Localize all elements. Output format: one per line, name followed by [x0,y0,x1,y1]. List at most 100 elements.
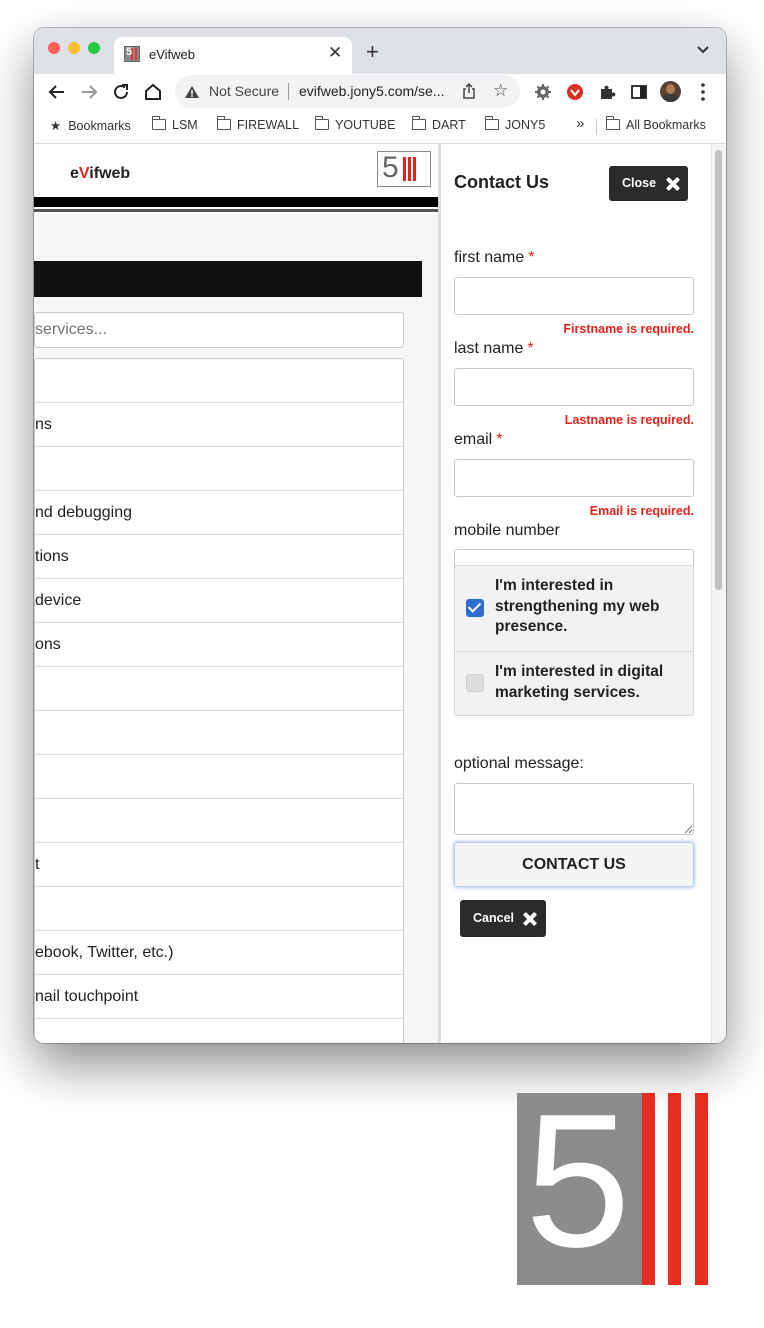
browser-toolbar: Not Secure evifweb.jony5.com/se... ☆ [34,74,726,111]
page-viewport: eVifweb 5 ns nd debuggingtions deviceons t… [34,144,726,1043]
service-list-item[interactable] [35,1019,403,1043]
cancel-icon [523,912,537,926]
contact-us-button[interactable]: CONTACT US [454,842,694,887]
tab-close-icon[interactable]: ✕ [328,43,342,63]
share-icon[interactable] [461,83,477,99]
scrollbar-thumb[interactable] [715,150,722,590]
service-list-item[interactable] [35,799,403,843]
site-logo[interactable]: 5 [377,151,431,187]
favicon-icon: 5 [124,46,140,62]
bookmark-label: JONY5 [505,118,546,132]
warning-icon[interactable] [184,84,200,100]
required-marker: * [496,431,503,448]
service-list-item[interactable]: nd debugging [35,491,403,535]
bookmark-folder-youtube[interactable]: YOUTUBE [315,116,396,132]
url-text[interactable]: evifweb.jony5.com/se... [299,83,455,99]
logo-digit: 5 [525,1075,631,1287]
service-list-item[interactable] [35,447,403,491]
service-list-item[interactable]: nail touchpoint [35,975,403,1019]
window-zoom-dot[interactable] [88,42,100,54]
last-name-label: last name * [454,340,534,357]
star-icon: ★ [50,119,62,133]
service-list-item[interactable]: t [35,843,403,887]
logo-red-stripe [695,1093,708,1285]
bookmark-label: FIREWALL [237,118,300,132]
folder-icon [606,116,620,130]
bookmark-label: YOUTUBE [335,118,396,132]
bookmarks-separator [596,119,597,135]
browser-menu-icon[interactable] [701,82,705,102]
email-error: Email is required. [589,504,694,518]
bookmark-folder-firewall[interactable]: FIREWALL [217,116,300,132]
reload-icon[interactable] [110,81,132,103]
bookmarks-overflow-icon[interactable]: » [576,115,584,132]
home-icon[interactable] [142,81,164,103]
back-icon[interactable] [46,81,68,103]
required-marker: * [527,340,534,357]
side-panel-icon[interactable] [630,83,648,101]
folder-icon [217,116,231,130]
gear-extension-icon[interactable] [534,83,552,101]
service-list-item[interactable]: device [35,579,403,623]
red-extension-icon[interactable] [566,83,584,101]
folder-icon [315,116,329,130]
tab-search-chevron-icon[interactable] [694,40,712,58]
address-separator [288,83,289,100]
last-name-field[interactable] [454,368,694,406]
option-marketing-label[interactable]: I'm interested in digital marketing serv… [495,662,680,703]
service-list-item[interactable] [35,711,403,755]
message-field[interactable] [454,783,694,835]
option-divider [455,651,693,652]
email-field[interactable] [454,459,694,497]
option-marketing-checkbox[interactable] [466,674,484,692]
tab-strip: 5 eVifweb ✕ + [34,28,726,74]
folder-icon [485,116,499,130]
service-list-item[interactable]: ebook, Twitter, etc.) [35,931,403,975]
all-bookmarks[interactable]: All Bookmarks [606,116,706,132]
browser-tab[interactable]: 5 eVifweb ✕ [114,37,352,74]
service-list-item[interactable] [35,755,403,799]
cancel-button[interactable]: Cancel [460,900,546,937]
contact-panel: Contact Us Close first name * Firstname i… [441,144,726,1043]
bookmark-label: LSM [172,118,198,132]
security-label[interactable]: Not Secure [209,83,279,99]
brand-logo: 5 [517,1081,708,1285]
services-search[interactable] [34,312,404,348]
bookmark-star-icon[interactable]: ☆ [493,81,508,101]
services-list: ns nd debugging tions device ons t ebook, Twi… [34,358,404,1043]
address-bar[interactable]: Not Secure evifweb.jony5.com/se... ☆ [175,75,520,108]
browser-window: 5 eVifweb ✕ + Not Secure evifweb.jony5.c… [34,28,726,1043]
window-minimize-dot[interactable] [68,42,80,54]
bookmark-folder-jony5[interactable]: JONY5 [485,116,546,132]
service-list-item[interactable]: tions [35,535,403,579]
option-web-label[interactable]: I'm interested in strengthening my web p… [495,576,680,638]
mobile-label: mobile number [454,522,560,539]
first-name-field[interactable] [454,277,694,315]
header-underline [34,209,438,212]
bookmarks-manager[interactable]: ★ Bookmarks [50,118,131,133]
first-name-error: Firstname is required. [563,322,694,336]
service-list-item[interactable] [35,359,403,403]
service-list-item[interactable]: ns [35,403,403,447]
bookmark-folder-dart[interactable]: DART [412,116,466,132]
logo-red-stripe [668,1093,681,1285]
contact-title: Contact Us [454,172,550,192]
site-brand[interactable]: eVifweb [70,165,130,183]
service-list-item[interactable] [35,887,403,931]
close-label: Close [622,176,657,190]
puzzle-extensions-icon[interactable] [598,83,616,101]
close-button[interactable]: Close [609,166,688,201]
window-close-dot[interactable] [48,42,60,54]
service-list-item[interactable]: ons [35,623,403,667]
bookmark-folder-lsm[interactable]: LSM [152,116,198,132]
message-label: optional message: [454,755,584,772]
bookmarks-bar: ★ Bookmarks LSM FIREWALL YOUTUBE DART JON… [34,111,726,144]
forward-icon[interactable] [78,81,100,103]
required-marker: * [528,249,535,266]
service-list-item[interactable] [35,667,403,711]
profile-avatar[interactable] [660,81,681,102]
new-tab-icon[interactable]: + [366,39,379,65]
option-web-checkbox[interactable] [466,599,484,617]
services-search-input[interactable] [35,313,395,347]
panel-scrollbar[interactable] [711,144,726,1043]
